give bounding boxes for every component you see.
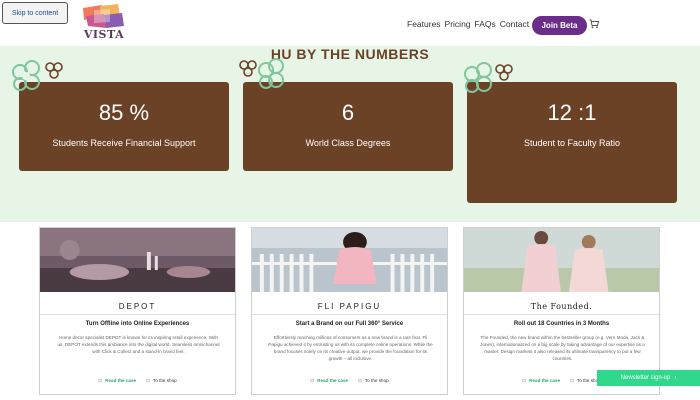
stats-title: HU BY THE NUMBERS xyxy=(270,46,430,62)
to-shop-link[interactable]: ⊡ To the shop xyxy=(146,378,177,384)
shop-icon: ⊡ xyxy=(146,378,150,383)
stats-section: HU BY THE NUMBERS 85 % Students Receive … xyxy=(0,46,700,222)
stat-card-ratio: 12 :1 Student to Faculty Ratio xyxy=(467,82,677,203)
case-headline: Turn Offline into Online Experiences xyxy=(85,321,190,327)
stat-label: World Class Degrees xyxy=(305,138,391,148)
case-card-fli-papigu: FLI PAPIGU Start a Brand on our Full 360… xyxy=(251,227,448,395)
newsletter-label: Newsletter sign-up xyxy=(620,375,671,381)
logo-text: VISTA xyxy=(83,28,125,41)
newsletter-signup-button[interactable]: Newsletter sign-up › xyxy=(597,370,700,386)
skip-to-content-link[interactable]: Skip to content xyxy=(2,2,68,24)
case-headline: Start a Brand on our Full 360° Service xyxy=(295,321,404,327)
read-case-label: Read the case xyxy=(317,378,349,383)
divider xyxy=(252,314,447,315)
vista-logo[interactable]: VISTA xyxy=(80,4,128,44)
case-description: Home decor specialist DEPOT is known for… xyxy=(57,335,220,355)
site-header: Skip to content VISTA Features Pricing F… xyxy=(0,0,700,46)
arrow-icon: ⊡ xyxy=(98,378,103,383)
to-shop-label: To the shop xyxy=(364,378,389,383)
chevron-right-icon: › xyxy=(674,375,677,381)
stat-card-degrees: 6 World Class Degrees xyxy=(243,82,453,171)
flower-decoration-icon xyxy=(239,58,284,89)
shop-icon: ⊡ xyxy=(570,378,574,383)
arrow-icon: ⊡ xyxy=(310,378,315,383)
logo-graphic xyxy=(83,4,124,28)
case-description: Effortlessly reaching millions of consum… xyxy=(268,335,433,362)
case-headline: Roll out 18 Countries in 3 Months xyxy=(513,321,610,327)
divider xyxy=(464,314,659,315)
stat-label: Students Receive Financial Support xyxy=(52,138,196,148)
stat-value: 12 :1 xyxy=(547,100,597,125)
cart-icon[interactable] xyxy=(589,19,599,29)
arrow-icon: ⊡ xyxy=(522,378,527,383)
nav-pricing[interactable]: Pricing xyxy=(445,19,471,29)
case-description: The Founded, the new brand within the be… xyxy=(480,335,645,362)
stat-label: Student to Faculty Ratio xyxy=(523,138,621,148)
flower-decoration-icon xyxy=(12,60,63,91)
join-beta-button[interactable]: Join Beta xyxy=(532,16,587,35)
nav-faqs[interactable]: FAQs xyxy=(475,19,496,29)
flower-decoration-icon xyxy=(464,62,513,93)
case-links: ⊡ Read the case ⊡ To the shop xyxy=(252,378,447,384)
case-brand: FLI PAPIGU xyxy=(317,302,382,311)
nav-features[interactable]: Features xyxy=(407,19,441,29)
read-case-link[interactable]: ⊡ Read the case xyxy=(310,378,348,384)
read-case-label: Read the case xyxy=(529,378,561,383)
case-image-the-founded xyxy=(464,228,659,292)
case-brand: DEPOT xyxy=(118,302,157,311)
case-brand: The Founded. xyxy=(530,302,593,311)
divider xyxy=(40,314,235,315)
case-image-depot xyxy=(40,228,235,292)
nav-contact[interactable]: Contact xyxy=(500,19,529,29)
stat-value: 6 xyxy=(341,100,355,125)
case-card-depot: DEPOT Turn Offline into Online Experienc… xyxy=(39,227,236,395)
read-case-label: Read the case xyxy=(105,378,137,383)
read-case-link[interactable]: ⊡ Read the case xyxy=(522,378,560,384)
read-case-link[interactable]: ⊡ Read the case xyxy=(98,378,136,384)
stat-card-financial-support: 85 % Students Receive Financial Support xyxy=(19,82,229,171)
to-shop-link[interactable]: ⊡ To the shop xyxy=(358,378,389,384)
stat-value: 85 % xyxy=(98,100,150,125)
case-image-fli-papigu xyxy=(252,228,447,292)
case-links: ⊡ Read the case ⊡ To the shop xyxy=(40,378,235,384)
shop-icon: ⊡ xyxy=(358,378,362,383)
main-nav: Features Pricing FAQs Contact xyxy=(407,19,529,29)
to-shop-label: To the shop xyxy=(152,378,177,383)
